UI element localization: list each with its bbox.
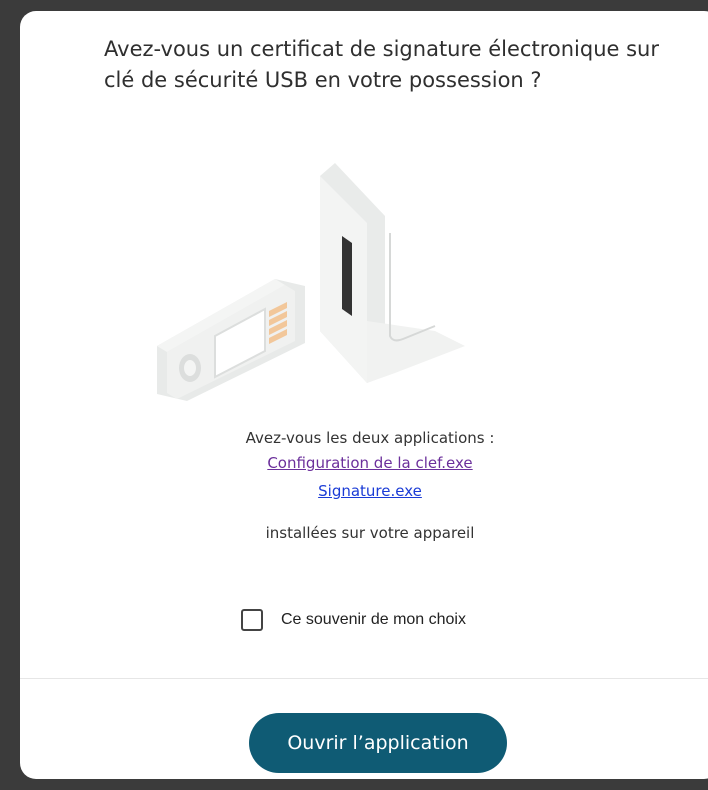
usb-illustration-svg [157, 163, 465, 401]
apps-intro-text: Avez-vous les deux applications : [245, 429, 495, 447]
installed-text: installées sur votre appareil [265, 524, 475, 542]
remember-choice-checkbox[interactable]: Ce souvenir de mon choix [241, 609, 466, 631]
link-configuration-clef[interactable]: Configuration de la clef.exe [267, 454, 472, 472]
link-signature[interactable]: Signature.exe [318, 482, 422, 500]
usb-key-hole-inner [184, 360, 196, 376]
remember-choice-label[interactable]: Ce souvenir de mon choix [281, 611, 466, 629]
dialog-question: Avez-vous un certificat de signature éle… [104, 37, 659, 92]
checkbox-box[interactable] [241, 609, 263, 631]
footer-divider [20, 678, 708, 679]
port-stand-outline [389, 233, 436, 342]
usb-security-key-icon [135, 161, 475, 401]
certificate-dialog: Avez-vous un certificat de signature éle… [20, 11, 708, 779]
open-application-button[interactable]: Ouvrir l’application [249, 713, 507, 773]
usb-port-slot [342, 236, 352, 316]
port-base-shape [367, 321, 465, 383]
